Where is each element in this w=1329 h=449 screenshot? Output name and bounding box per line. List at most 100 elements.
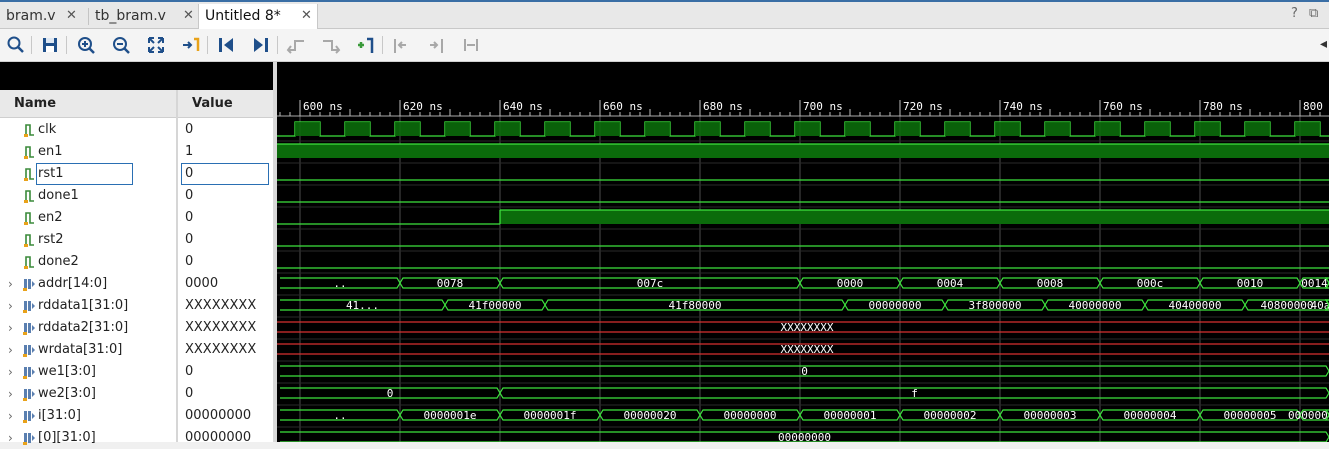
search-icon[interactable] bbox=[5, 34, 27, 56]
clock-high-fill bbox=[345, 122, 370, 136]
signal-name: we1[3:0] bbox=[38, 364, 96, 379]
add-marker-icon[interactable] bbox=[355, 34, 377, 56]
signal-row-en1[interactable]: en1 bbox=[0, 141, 176, 163]
save-icon[interactable] bbox=[39, 34, 61, 56]
close-icon[interactable]: ✕ bbox=[301, 4, 312, 28]
signal-value: 1 bbox=[185, 144, 194, 159]
signal-row-i[interactable]: › i[31:0] bbox=[0, 405, 176, 427]
signal-row-done2[interactable]: done2 bbox=[0, 251, 176, 273]
chevron-right-icon[interactable]: › bbox=[8, 383, 13, 405]
clock-high-fill bbox=[995, 122, 1020, 136]
waveform-toolbar: ◂ bbox=[0, 29, 1329, 62]
chevron-right-icon[interactable]: › bbox=[8, 361, 13, 383]
previous-marker-icon[interactable] bbox=[390, 34, 412, 56]
tab-tb-bram-v[interactable]: tb_bram.v ✕ bbox=[89, 4, 197, 30]
bus-value-label: 0 bbox=[387, 387, 394, 400]
bus-value-label: 00000005 bbox=[1224, 409, 1277, 422]
signal-value: 0 bbox=[185, 188, 194, 203]
chevron-right-icon[interactable]: › bbox=[8, 339, 13, 361]
editor-tab-bar: bram.v ✕ tb_bram.v ✕ Untitled 8* ✕ ? ⧉ bbox=[0, 0, 1329, 30]
bit-signal-icon bbox=[24, 234, 34, 247]
zoom-out-icon[interactable] bbox=[110, 34, 132, 56]
time-tick-label: 640 ns bbox=[503, 100, 543, 113]
bus-value-label: 00000000 bbox=[724, 409, 777, 422]
clock-high-fill bbox=[1195, 122, 1220, 136]
bus-value-label: 0004 bbox=[937, 277, 964, 290]
bus-signal-icon bbox=[23, 411, 35, 423]
previous-transition-icon[interactable] bbox=[285, 34, 307, 56]
time-tick-label: 680 ns bbox=[703, 100, 743, 113]
signal-row-rddata2[interactable]: › rddata2[31:0] bbox=[0, 317, 176, 339]
zoom-fit-icon[interactable] bbox=[145, 34, 167, 56]
signal-row-wrdata[interactable]: › wrdata[31:0] bbox=[0, 339, 176, 361]
chevron-right-icon[interactable]: › bbox=[8, 405, 13, 427]
clock-high-fill bbox=[1045, 122, 1070, 136]
chevron-right-icon[interactable]: › bbox=[8, 427, 13, 449]
next-marker-icon[interactable] bbox=[425, 34, 447, 56]
bus-value-label: 0078 bbox=[437, 277, 464, 290]
signal-value: XXXXXXXX bbox=[185, 342, 257, 357]
next-transition-icon[interactable] bbox=[320, 34, 342, 56]
bus-value-label: 40400000 bbox=[1169, 299, 1222, 312]
signal-row-clk[interactable]: clk bbox=[0, 119, 176, 141]
swap-cursors-icon[interactable] bbox=[460, 34, 482, 56]
bit-signal-icon bbox=[24, 212, 34, 225]
signal-row-we2[interactable]: › we2[3:0] bbox=[0, 383, 176, 405]
go-to-start-icon[interactable] bbox=[215, 34, 237, 56]
chevron-right-icon[interactable]: › bbox=[8, 317, 13, 339]
name-column-header[interactable]: Name bbox=[0, 90, 176, 118]
bus-value-label: .. bbox=[333, 277, 346, 290]
time-tick-label: 720 ns bbox=[903, 100, 943, 113]
time-tick-label: 800 bbox=[1303, 100, 1323, 113]
chevron-right-icon[interactable]: › bbox=[8, 295, 13, 317]
tab-untitled-8[interactable]: Untitled 8* ✕ bbox=[198, 4, 318, 30]
signal-row-addr[interactable]: › addr[14:0] bbox=[0, 273, 176, 295]
bus-signal-icon bbox=[23, 301, 35, 313]
clock-high-fill bbox=[645, 122, 670, 136]
signal-value: 00000000 bbox=[185, 430, 252, 445]
clock-high-fill bbox=[395, 122, 420, 136]
toolbar-separator bbox=[31, 36, 32, 54]
go-to-cursor-icon[interactable] bbox=[180, 34, 202, 56]
waveform-canvas[interactable]: 600 ns 620 ns 640 ns 660 ns 680 ns 700 ns 720 … bbox=[277, 62, 1329, 442]
signal-row-rst2[interactable]: rst2 bbox=[0, 229, 176, 251]
signal-value: 0000 bbox=[185, 276, 219, 291]
bus-value-label: 0000001f bbox=[524, 409, 577, 422]
clock-high-fill bbox=[1095, 122, 1120, 136]
clock-high-fill bbox=[1145, 122, 1170, 136]
signal-row-rddata1[interactable]: › rddata1[31:0] bbox=[0, 295, 176, 317]
restore-window-icon[interactable]: ⧉ bbox=[1309, 6, 1318, 21]
help-icon[interactable]: ? bbox=[1291, 6, 1298, 21]
bus-value-label: 00000004 bbox=[1124, 409, 1177, 422]
signal-value: XXXXXXXX bbox=[185, 298, 257, 313]
waveform-svg: 600 ns 620 ns 640 ns 660 ns 680 ns 700 ns 720 … bbox=[277, 100, 1329, 442]
value-column-header[interactable]: Value bbox=[178, 90, 273, 118]
bus-value-label: 0000 bbox=[837, 277, 864, 290]
close-icon[interactable]: ✕ bbox=[66, 4, 77, 28]
overflow-arrow-icon[interactable]: ◂ bbox=[1320, 36, 1327, 52]
signal-row-done1[interactable]: done1 bbox=[0, 185, 176, 207]
tab-label: tb_bram.v bbox=[95, 8, 166, 24]
signal-name: rst2 bbox=[38, 232, 64, 247]
signal-name: wrdata[31:0] bbox=[38, 342, 123, 357]
go-to-end-icon[interactable] bbox=[250, 34, 272, 56]
signal-value: 0 bbox=[185, 122, 194, 137]
tab-label: Untitled 8* bbox=[205, 8, 281, 24]
bus-value-label: 41... bbox=[346, 299, 379, 312]
signal-name: rddata2[31:0] bbox=[38, 320, 129, 335]
signal-value: 0 bbox=[185, 254, 194, 269]
bus-value-label: 41f00000 bbox=[469, 299, 522, 312]
chevron-right-icon[interactable]: › bbox=[8, 273, 13, 295]
signal-row-en2[interactable]: en2 bbox=[0, 207, 176, 229]
bus-signal-icon bbox=[23, 389, 35, 401]
close-icon[interactable]: ✕ bbox=[183, 4, 194, 28]
signal-name: [0][31:0] bbox=[38, 430, 96, 445]
signal-row-we1[interactable]: › we1[3:0] bbox=[0, 361, 176, 383]
bus-value-label: 00000020 bbox=[624, 409, 677, 422]
time-tick-label: 740 ns bbox=[1003, 100, 1043, 113]
bus-value-label: 0010 bbox=[1237, 277, 1264, 290]
tab-bram-v[interactable]: bram.v ✕ bbox=[0, 4, 88, 30]
toolbar-separator bbox=[382, 36, 383, 54]
zoom-in-icon[interactable] bbox=[75, 34, 97, 56]
signal-row-array-0[interactable]: › [0][31:0] bbox=[0, 427, 176, 449]
